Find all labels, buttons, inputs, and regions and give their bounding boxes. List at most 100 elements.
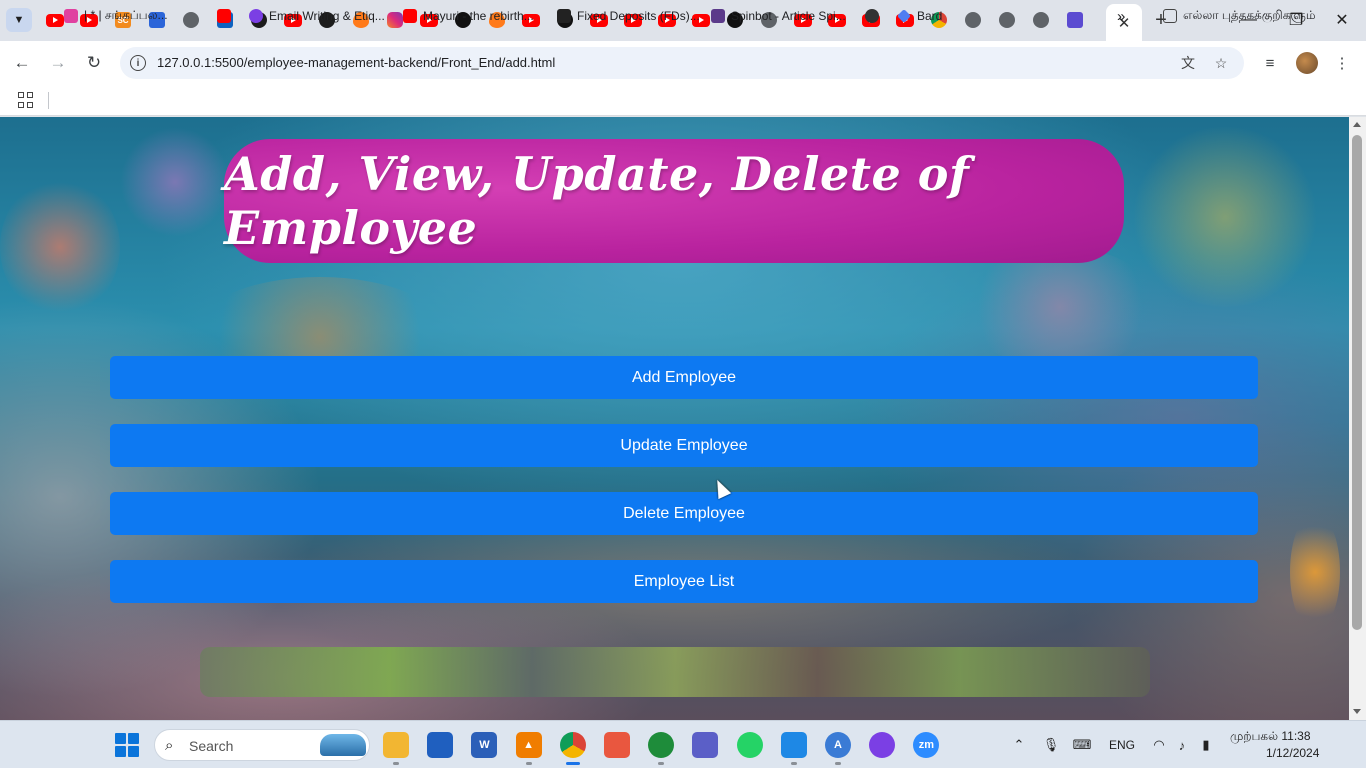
- bookmark-label: | * | சங்கப்பல...: [84, 8, 168, 22]
- background-fish: [1290, 512, 1340, 632]
- chevron-up-icon[interactable]: ⌃: [1010, 736, 1028, 754]
- title-banner: Add, View, Update, Delete of Employee: [224, 139, 1124, 263]
- running-indicator: [835, 762, 841, 765]
- instagram-icon: [387, 12, 403, 28]
- clock-time[interactable]: முற்பகல் 11:38: [1230, 729, 1311, 745]
- presentation-icon[interactable]: [604, 732, 630, 758]
- taskbar-search[interactable]: ⌕ Search: [154, 729, 370, 761]
- whatsapp-icon[interactable]: [736, 732, 763, 758]
- teams-icon[interactable]: [692, 732, 719, 758]
- running-indicator: [565, 762, 580, 765]
- add-employee-button[interactable]: Add Employee: [110, 356, 1258, 399]
- store-icon[interactable]: [427, 732, 454, 758]
- search-label: Search: [189, 738, 234, 754]
- bookmark-item[interactable]: Email Writing & Etiq...: [249, 7, 385, 25]
- microphone-icon[interactable]: 🎙: [1042, 736, 1060, 754]
- word-icon[interactable]: W: [471, 732, 498, 758]
- file-explorer-icon[interactable]: [383, 732, 409, 758]
- taskbar: ⌕ Search W ▲ Azm ⌃ 🎙 ⌨ ENG ◠ ♪ ▮ முற்பகல் …: [0, 720, 1366, 768]
- reload-icon: ↻: [86, 53, 102, 72]
- bookmark-item[interactable]: | * | சங்கப்பல...: [64, 7, 168, 25]
- update-employee-button[interactable]: Update Employee: [110, 424, 1258, 467]
- employee-list-button[interactable]: Employee List: [110, 560, 1258, 603]
- bookmark-item[interactable]: Spinbot - Article Spi...: [711, 7, 846, 25]
- bookmark-favicon-icon: [64, 9, 78, 23]
- menu-icon[interactable]: ⋮: [1331, 52, 1353, 74]
- close-window-button[interactable]: ✕: [1329, 8, 1355, 32]
- bookmarks-overflow-button[interactable]: »: [1117, 7, 1125, 25]
- background-seabed: [200, 647, 1150, 697]
- bookmark-item[interactable]: Bard: [897, 7, 942, 25]
- github-desktop-icon[interactable]: [869, 732, 896, 758]
- vlc-icon[interactable]: ▲: [515, 732, 542, 758]
- search-highlight-image: [320, 734, 366, 756]
- app-icon[interactable]: A: [825, 732, 851, 758]
- bookmark-label: Fixed Deposits (FDs)...: [577, 9, 700, 23]
- globe-icon: [965, 12, 981, 28]
- browser-toolbar: ← → ↻ i 127.0.0.1:5500/employee-manageme…: [0, 41, 1366, 85]
- url-text[interactable]: 127.0.0.1:5500/employee-management-backe…: [157, 55, 555, 70]
- bookmark-label: Spinbot - Article Spi...: [731, 9, 846, 23]
- site-info-icon[interactable]: i: [130, 55, 146, 71]
- tab-search-button[interactable]: ▼: [6, 8, 32, 32]
- bookmark-label: Email Writing & Etiq...: [269, 9, 385, 23]
- chevron-down-icon: ▼: [13, 14, 25, 26]
- back-button[interactable]: ←: [10, 51, 34, 75]
- page-title: Add, View, Update, Delete of Employee: [224, 147, 970, 255]
- close-icon: ✕: [1335, 12, 1349, 29]
- bookmark-item[interactable]: [217, 7, 231, 25]
- background-coral: [960, 247, 1160, 367]
- page-viewport: Add, View, Update, Delete of Employee Ad…: [0, 117, 1349, 720]
- double-chevron-icon: »: [1117, 7, 1126, 25]
- browser-tab[interactable]: [962, 9, 984, 31]
- scrollbar-thumb[interactable]: [1352, 135, 1362, 630]
- browser-tab[interactable]: [996, 9, 1018, 31]
- running-indicator: [658, 762, 665, 765]
- background-coral: [0, 177, 120, 317]
- reload-button[interactable]: ↻: [82, 51, 106, 75]
- forward-button[interactable]: →: [46, 51, 70, 75]
- address-bar[interactable]: i 127.0.0.1:5500/employee-management-bac…: [120, 47, 1244, 79]
- wifi-icon[interactable]: ◠: [1150, 736, 1168, 754]
- scroll-down-arrow-icon[interactable]: [1353, 709, 1361, 714]
- windows-start-icon[interactable]: [115, 733, 139, 757]
- scroll-up-arrow-icon[interactable]: [1353, 122, 1361, 127]
- running-indicator: [525, 762, 532, 765]
- bookmark-item[interactable]: Fixed Deposits (FDs)...: [557, 7, 700, 25]
- bookmark-item[interactable]: Mayuri - the rebirth...: [403, 7, 534, 25]
- delete-employee-button[interactable]: Delete Employee: [110, 492, 1258, 535]
- battery-icon[interactable]: ▮: [1197, 736, 1215, 754]
- bookmark-favicon-icon: [249, 9, 263, 23]
- bookmark-favicon-icon: [557, 9, 571, 23]
- volume-icon[interactable]: ♪: [1173, 736, 1191, 754]
- youtube-icon: [46, 13, 64, 27]
- bookmark-star-icon[interactable]: ☆: [1211, 53, 1231, 73]
- page-scrollbar[interactable]: [1349, 117, 1366, 720]
- zoom-icon[interactable]: zm: [913, 732, 940, 758]
- bookmark-label: Mayuri - the rebirth...: [423, 9, 534, 23]
- language-indicator[interactable]: ENG: [1109, 738, 1135, 752]
- search-icon: ⌕: [165, 737, 174, 754]
- browser-tab[interactable]: [44, 9, 66, 31]
- media-control-icon[interactable]: ≡: [1259, 52, 1281, 74]
- bookmark-item[interactable]: [865, 7, 879, 25]
- profile-avatar[interactable]: [1296, 52, 1318, 74]
- running-indicator: [393, 762, 399, 765]
- all-bookmarks-button[interactable]: எல்லா புத்தகக்குறிகளும்: [1163, 7, 1316, 25]
- youtube-icon: [403, 9, 417, 23]
- browser-tab[interactable]: [1030, 9, 1052, 31]
- globe-icon: [183, 12, 199, 28]
- browser-tab[interactable]: [1064, 9, 1086, 31]
- running-indicator: [790, 762, 797, 765]
- forward-arrow-icon: →: [49, 53, 67, 72]
- apps-grid-icon[interactable]: [18, 92, 34, 108]
- vscode-icon[interactable]: [780, 732, 807, 758]
- browser-tab[interactable]: [180, 9, 202, 31]
- clock-date[interactable]: 1/12/2024: [1266, 746, 1319, 760]
- app-icon[interactable]: [648, 732, 675, 758]
- keyboard-icon[interactable]: ⌨: [1073, 736, 1092, 754]
- chrome-icon[interactable]: [559, 732, 586, 758]
- spinbot-icon: [711, 9, 725, 23]
- all-bookmarks-label: எல்லா புத்தகக்குறிகளும்: [1183, 8, 1316, 22]
- translate-icon[interactable]: 文: [1178, 53, 1198, 73]
